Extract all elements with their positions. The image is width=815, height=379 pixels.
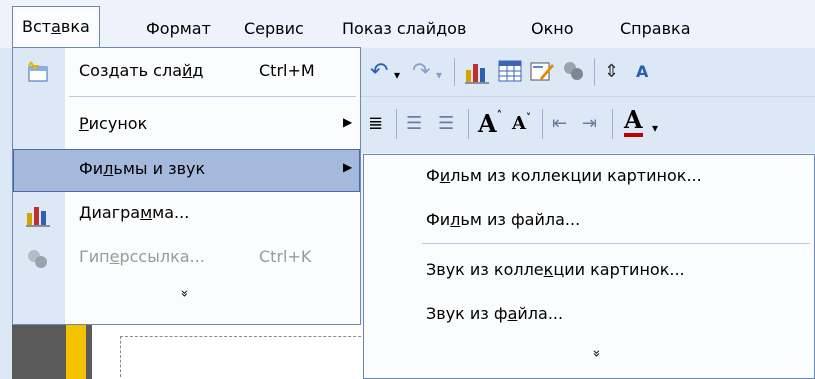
submenu-item-label: Звук из файла...	[426, 304, 564, 323]
menu-separator	[69, 96, 356, 97]
submenu-item-sound-from-file[interactable]: Звук из файла...	[426, 304, 563, 323]
standard-toolbar: ↶ ▾ ↷ ▾ ⇕ A	[360, 48, 815, 97]
toolbar-separator	[454, 58, 455, 86]
expand-collapse-icon[interactable]: ⇕	[604, 61, 619, 83]
menu-insert[interactable]: Вставка	[12, 6, 100, 48]
menu-item-shortcut: Ctrl+K	[259, 247, 312, 266]
menu-item-picture[interactable]: Рисунок ▶	[13, 104, 360, 147]
menu-item-label: Диаграмма...	[79, 203, 190, 222]
align-right-icon[interactable]: ≣	[368, 113, 383, 135]
submenu-item-movie-from-file[interactable]: Фильм из файла...	[426, 210, 580, 229]
menu-tools[interactable]: Сервис	[244, 16, 304, 42]
submenu-item-label: Фильм из файла...	[426, 210, 581, 229]
increase-font-size-label: A	[478, 109, 497, 138]
chart-icon[interactable]	[464, 60, 490, 84]
menu-window[interactable]: Окно	[531, 16, 574, 42]
slide-thumbnail-accent	[66, 325, 86, 379]
menu-item-movies-and-sound[interactable]: Фильмы и звук ▶	[13, 149, 360, 192]
font-color-button[interactable]: A	[624, 107, 643, 137]
increase-indent-icon[interactable]: ⇥	[582, 113, 597, 135]
submenu-item-label: Фильм из коллекции картинок...	[426, 166, 702, 185]
bulleted-list-icon[interactable]: ☰	[438, 113, 454, 135]
menu-slideshow-label: Показ слайдов	[342, 19, 467, 38]
menu-item-label: Фильмы и звук	[79, 159, 206, 178]
toolbar-separator	[396, 109, 397, 139]
formatting-toolbar: ≣ ☰ ☰ A˄ A˅ ⇤ ⇥ A ▾	[360, 97, 815, 153]
expand-menu-icon[interactable]: »	[176, 290, 191, 298]
decrease-font-size-button[interactable]: A˅	[512, 113, 531, 134]
menu-bar: Вставка Формат Сервис Показ слайдов Окно…	[0, 0, 815, 49]
menu-help-label: Справка	[620, 19, 691, 38]
toolbar-separator	[612, 109, 613, 139]
menu-item-hyperlink[interactable]: Гиперссылка... Ctrl+K	[13, 237, 360, 280]
submenu-item-sound-from-clip-organizer[interactable]: Звук из коллекции картинок...	[426, 260, 685, 279]
left-toolbar-strip	[0, 48, 12, 379]
toolbar-separator	[542, 109, 543, 139]
menu-item-shortcut: Ctrl+M	[259, 61, 315, 80]
menu-separator	[422, 243, 810, 244]
submenu-arrow-icon: ▶	[343, 115, 353, 129]
menu-item-label: Рисунок	[79, 114, 148, 133]
toolbar-separator	[594, 58, 595, 86]
menu-item-chart[interactable]: Диаграмма...	[13, 193, 360, 236]
increase-font-size-button[interactable]: A˄	[478, 109, 502, 138]
toolbar-separator	[468, 109, 469, 139]
dropdown-arrow-icon[interactable]: ▾	[652, 117, 658, 139]
table-icon[interactable]	[498, 60, 522, 82]
menu-item-label: Создать слайд	[79, 61, 204, 80]
show-formatting-icon[interactable]: A	[636, 61, 648, 83]
dropdown-arrow-icon[interactable]: ▾	[394, 64, 400, 86]
dropdown-arrow-icon[interactable]: ▾	[436, 64, 442, 86]
menu-insert-label: Вставка	[22, 17, 90, 36]
hyperlink-icon[interactable]	[562, 60, 586, 82]
redo-icon[interactable]: ↷	[412, 61, 430, 83]
insert-picture-icon[interactable]	[530, 60, 554, 82]
chart-icon	[26, 207, 50, 227]
menu-tools-label: Сервис	[244, 19, 304, 38]
menu-slideshow[interactable]: Показ слайдов	[342, 16, 466, 42]
menu-help[interactable]: Справка	[620, 16, 691, 42]
hyperlink-icon	[28, 250, 47, 268]
submenu-item-label: Звук из коллекции картинок...	[426, 260, 685, 279]
numbered-list-icon[interactable]: ☰	[406, 113, 422, 135]
decrease-font-size-label: A	[512, 113, 526, 134]
font-color-label: A	[624, 105, 643, 134]
new-slide-icon	[28, 61, 48, 82]
menu-format[interactable]: Формат	[146, 16, 211, 42]
submenu-item-movie-from-clip-organizer[interactable]: Фильм из коллекции картинок...	[426, 166, 702, 185]
menu-format-label: Формат	[146, 19, 211, 38]
insert-menu: Создать слайд Ctrl+M Рисунок ▶ Фильмы и …	[12, 47, 361, 325]
menu-item-new-slide[interactable]: Создать слайд Ctrl+M	[13, 51, 360, 94]
expand-submenu-icon[interactable]: »	[588, 350, 603, 358]
decrease-indent-icon[interactable]: ⇤	[552, 113, 567, 135]
submenu-arrow-icon: ▶	[343, 160, 353, 174]
undo-icon[interactable]: ↶	[370, 61, 388, 83]
menu-window-label: Окно	[531, 19, 574, 38]
placeholder-outline	[120, 336, 371, 377]
menu-item-label: Гиперссылка...	[79, 247, 205, 266]
